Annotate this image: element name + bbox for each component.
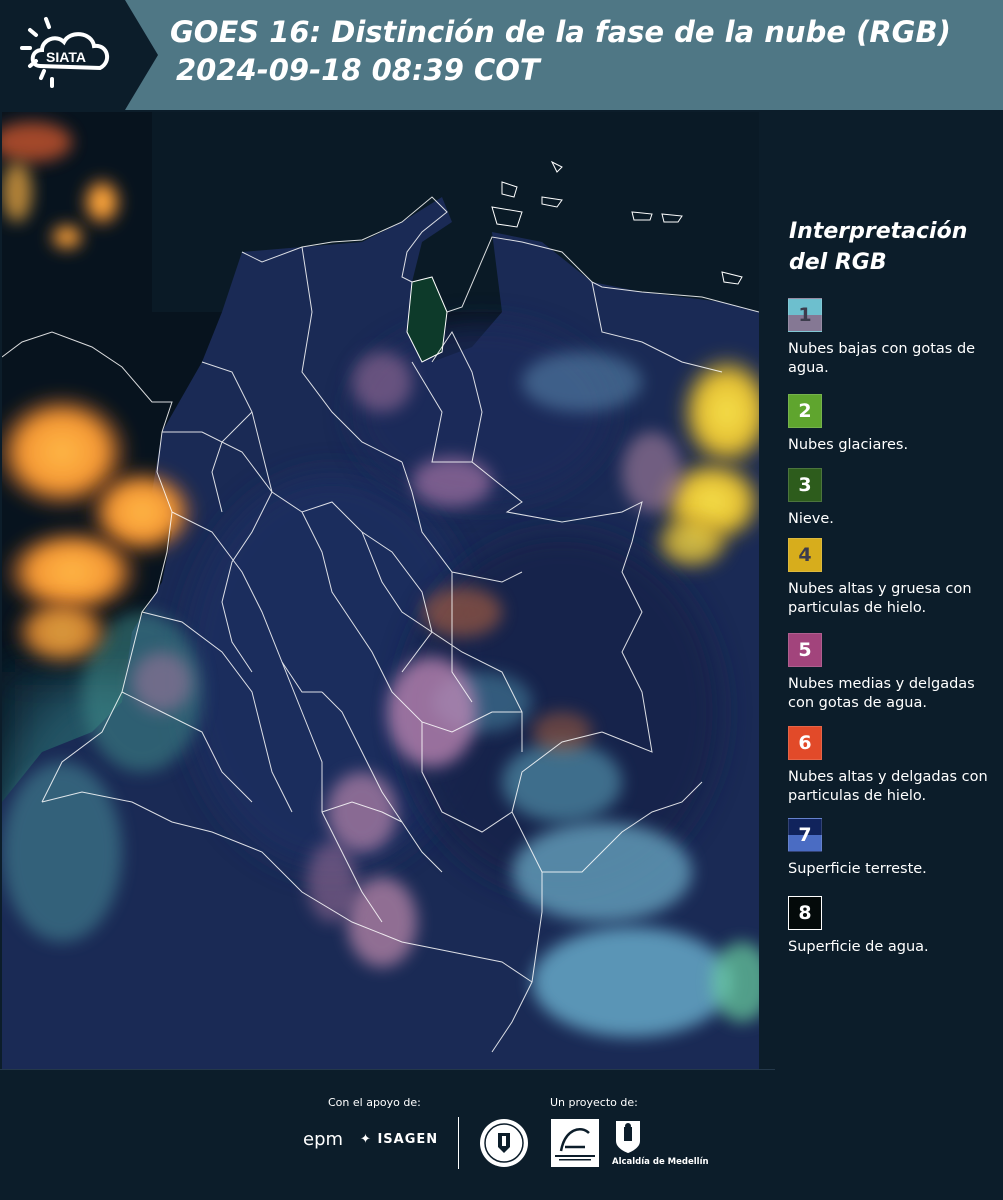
- legend-label-4: Nubes altas y gruesa con particulas de h…: [788, 581, 972, 616]
- svg-text:SIATA: SIATA: [46, 49, 86, 65]
- siata-logo: SIATA: [0, 0, 160, 110]
- alcaldia-shield-icon: [612, 1119, 644, 1159]
- project-label: Un proyecto de:: [550, 1096, 638, 1109]
- university-seal-icon: [478, 1117, 530, 1173]
- support-label: Con el apoyo de:: [328, 1096, 421, 1109]
- legend-item-5: 5 Nubes medias y delgadas con gotas de a…: [788, 633, 998, 713]
- page-title: GOES 16: Distinción de la fase de la nub…: [170, 15, 951, 49]
- legend-swatch-8: 8: [788, 896, 822, 930]
- legend-label-5: Nubes medias y delgadas con gotas de agu…: [788, 676, 975, 711]
- legend-swatch-3: 3: [788, 468, 822, 502]
- footer-divider-line: [0, 1069, 775, 1070]
- footer: Con el apoyo de: Un proyecto de: epm ✦ I…: [0, 1069, 1003, 1200]
- isagen-icon: ✦: [360, 1132, 372, 1147]
- legend-swatch-5: 5: [788, 633, 822, 667]
- satellite-rgb-map: [2, 112, 759, 1069]
- legend-label-7: Superficie terreste.: [788, 861, 927, 877]
- isagen-logo: ✦ ISAGEN: [360, 1132, 439, 1147]
- legend-label-1: Nubes bajas con gotas de agua.: [788, 341, 976, 376]
- legend-item-2: 2 Nubes glaciares.: [788, 394, 998, 455]
- epm-logo: epm: [303, 1129, 344, 1150]
- legend-item-3: 3 Nieve.: [788, 468, 998, 529]
- legend-item-6: 6 Nubes altas y delgadas con particulas …: [788, 726, 998, 806]
- legend-title: Interpretación del RGB: [789, 219, 968, 275]
- legend-swatch-1: 1: [788, 298, 822, 332]
- legend-panel: Interpretación del RGB 1 Nubes bajas con…: [760, 112, 1003, 1069]
- legend-label-2: Nubes glaciares.: [788, 437, 909, 453]
- legend-label-3: Nieve.: [788, 511, 834, 527]
- legend-item-1: 1 Nubes bajas con gotas de agua.: [788, 298, 998, 378]
- legend-swatch-2: 2: [788, 394, 822, 428]
- header-bar: SIATA GOES 16: Distinción de la fase de …: [0, 0, 1003, 110]
- legend-swatch-4: 4: [788, 538, 822, 572]
- legend-item-4: 4 Nubes altas y gruesa con particulas de…: [788, 538, 998, 618]
- legend-swatch-6: 6: [788, 726, 822, 760]
- area-metropolitana-logo: [551, 1119, 599, 1171]
- alcaldia-label: Alcaldía de Medellín: [612, 1157, 709, 1167]
- legend-label-6: Nubes altas y delgadas con particulas de…: [788, 769, 988, 804]
- timestamp: 2024-09-18 08:39 COT: [176, 53, 540, 87]
- legend-label-8: Superficie de agua.: [788, 939, 929, 955]
- footer-divider: [458, 1117, 459, 1169]
- legend-item-8: 8 Superficie de agua.: [788, 896, 998, 957]
- legend-item-7: 7 Superficie terreste.: [788, 818, 998, 879]
- legend-swatch-7: 7: [788, 818, 822, 852]
